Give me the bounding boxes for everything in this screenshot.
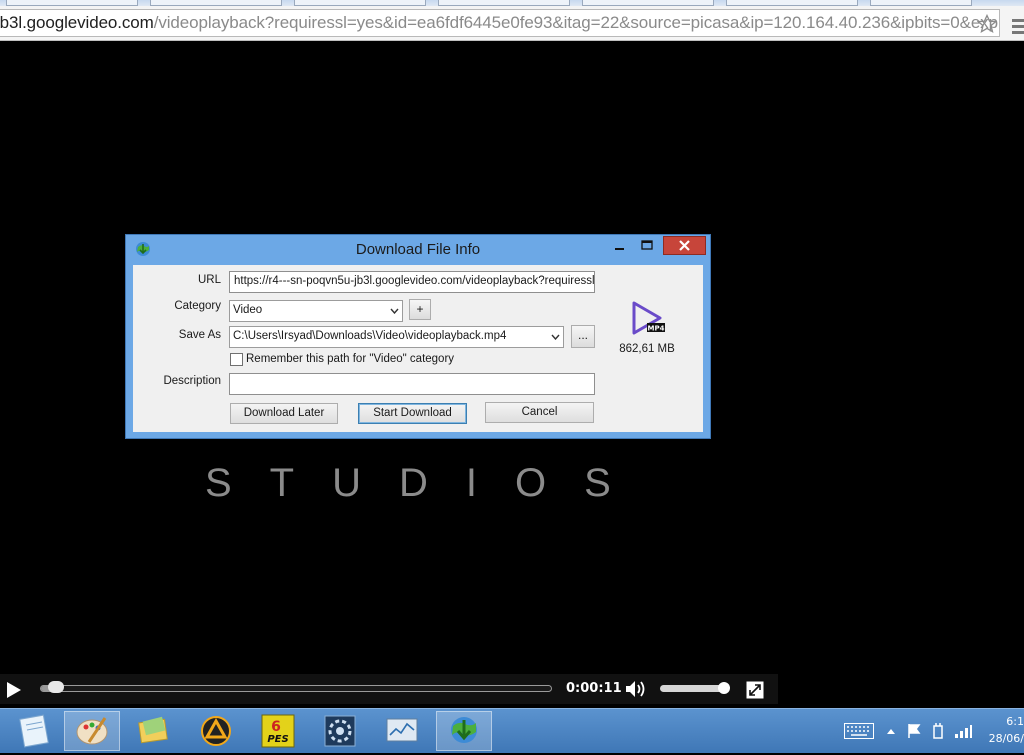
clock-time: 6:1 xyxy=(1006,715,1024,728)
clock-date: 28/06/ xyxy=(988,732,1024,745)
system-monitor-icon xyxy=(386,718,418,742)
download-later-button[interactable]: Download Later xyxy=(230,403,338,424)
category-value: Video xyxy=(233,304,263,316)
taskbar-idm[interactable] xyxy=(436,711,492,751)
url-path: /videoplayback?requiressl=yes&id=ea6fdf6… xyxy=(153,13,1000,32)
url-input[interactable]: jb3l.googlevideo.com/videoplayback?requi… xyxy=(0,9,1000,37)
action-center-flag-icon[interactable] xyxy=(906,723,922,739)
taskbar-pes[interactable]: PES 6 xyxy=(250,711,306,751)
add-category-button[interactable]: + xyxy=(409,299,431,320)
seek-bar[interactable] xyxy=(40,681,552,693)
seek-handle[interactable] xyxy=(48,681,65,693)
remember-path-checkbox[interactable] xyxy=(230,353,243,366)
volume-handle[interactable] xyxy=(718,682,730,694)
description-field[interactable] xyxy=(229,373,595,395)
saveas-label: Save As xyxy=(178,329,221,341)
taskbar-app-gear[interactable] xyxy=(312,711,368,751)
taskbar-monitor[interactable] xyxy=(374,711,430,751)
tray-chevron-up-icon[interactable] xyxy=(886,727,896,735)
power-plug-icon[interactable] xyxy=(930,723,946,739)
category-label: Category xyxy=(174,300,221,312)
taskbar-explorer[interactable] xyxy=(126,711,182,751)
mp4-file-icon: MP4 xyxy=(632,301,665,335)
dialog-titlebar[interactable]: Download File Info xyxy=(126,235,710,263)
category-select[interactable]: Video xyxy=(229,300,403,322)
bookmark-star-icon[interactable] xyxy=(977,14,997,34)
taskbar-aimp[interactable] xyxy=(188,711,244,751)
close-button[interactable] xyxy=(663,236,706,255)
folder-icon xyxy=(138,716,168,744)
chrome-menu-icon[interactable] xyxy=(1004,12,1024,42)
paint-palette-icon xyxy=(76,717,108,745)
description-label: Description xyxy=(163,375,221,387)
file-size: 862,61 MB xyxy=(619,343,675,355)
aimp-triangle-icon xyxy=(201,716,231,746)
chevron-down-icon xyxy=(551,334,560,340)
browse-button[interactable]: ... xyxy=(571,325,595,348)
start-download-button[interactable]: Start Download xyxy=(358,403,467,424)
network-signal-icon[interactable] xyxy=(954,723,972,739)
play-icon[interactable] xyxy=(5,681,23,699)
keyboard-icon[interactable] xyxy=(844,723,874,739)
url-field[interactable]: https://r4---sn-poqvn5u-jb3l.googlevideo… xyxy=(229,271,595,293)
maximize-icon[interactable] xyxy=(638,237,656,255)
minimize-icon[interactable] xyxy=(611,237,629,255)
mp4-label: MP4 xyxy=(648,325,665,333)
saveas-select[interactable]: C:\Users\Irsyad\Downloads\Video\videopla… xyxy=(229,326,564,348)
fullscreen-icon[interactable] xyxy=(746,681,764,699)
taskbar-paint[interactable] xyxy=(64,711,120,751)
time-readout: 0:00:11 xyxy=(566,681,622,696)
volume-icon[interactable] xyxy=(625,680,649,698)
address-bar: jb3l.googlevideo.com/videoplayback?requi… xyxy=(0,6,1024,41)
idm-globe-icon xyxy=(451,717,477,743)
pes-game-icon: PES 6 xyxy=(261,714,295,748)
saveas-value: C:\Users\Irsyad\Downloads\Video\videopla… xyxy=(233,330,507,342)
taskbar: PES 6 6:1 28/06/ xyxy=(0,708,1024,753)
dialog-body: URL https://r4---sn-poqvn5u-jb3l.googlev… xyxy=(133,265,703,432)
video-frame-text: STUDIOS xyxy=(205,461,649,505)
url-text: jb3l.googlevideo.com/videoplayback?requi… xyxy=(0,13,1000,33)
volume-slider[interactable] xyxy=(660,685,726,692)
notepad-icon xyxy=(19,714,49,748)
close-icon xyxy=(679,240,690,251)
taskbar-notepad[interactable] xyxy=(6,711,62,751)
chevron-down-icon xyxy=(390,308,399,314)
url-host: jb3l.googlevideo.com xyxy=(0,13,154,32)
video-controls: 0:00:11 xyxy=(0,674,778,704)
gear-icon xyxy=(324,715,356,747)
pes-label: PES xyxy=(267,734,288,745)
cancel-button[interactable]: Cancel xyxy=(485,402,594,423)
download-file-info-dialog: Download File Info URL https://r4---sn-p… xyxy=(125,234,711,439)
svg-text:6: 6 xyxy=(271,719,281,735)
url-label: URL xyxy=(197,274,221,286)
remember-path-label: Remember this path for "Video" category xyxy=(246,353,455,365)
taskbar-clock[interactable]: 6:1 28/06/ xyxy=(984,713,1024,747)
